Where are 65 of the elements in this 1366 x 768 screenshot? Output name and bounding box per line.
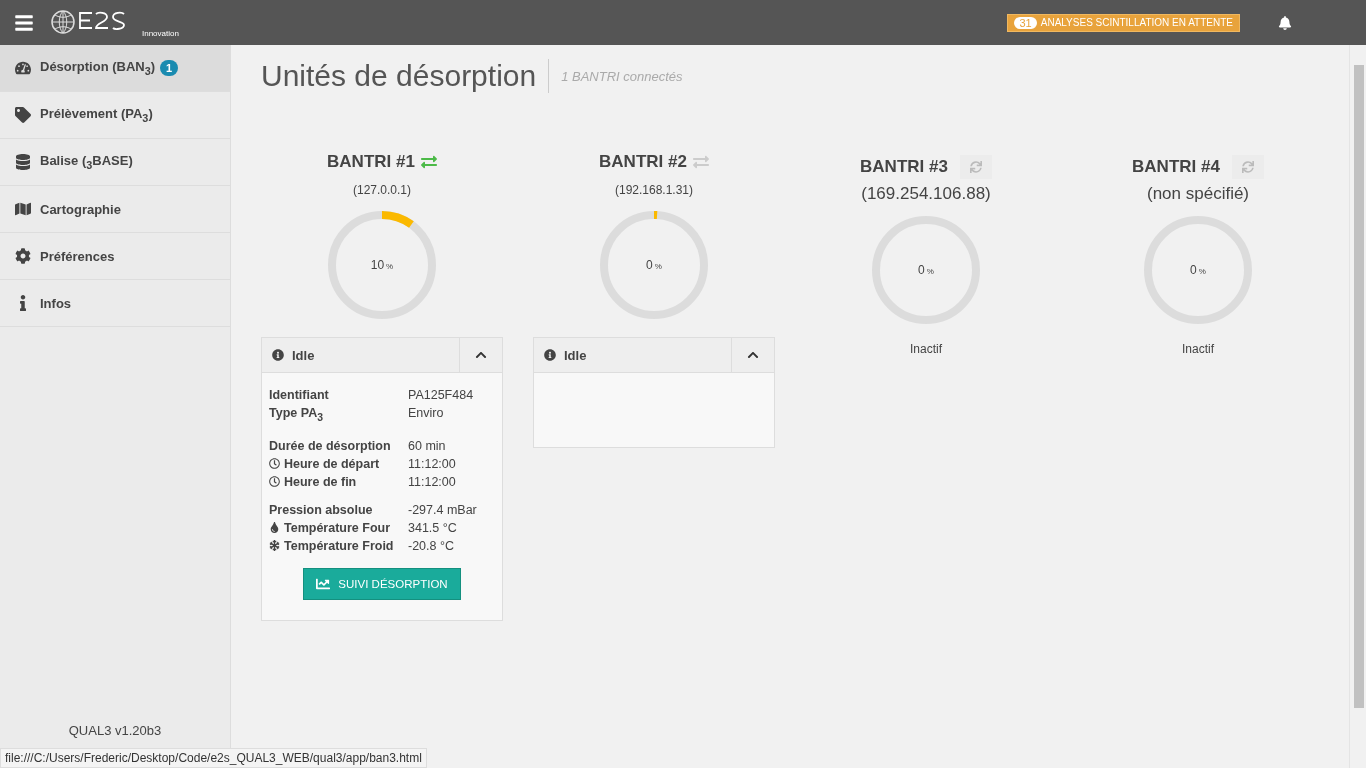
unit-name: BANTRI #3 bbox=[860, 157, 948, 177]
page-title: Unités de désorption bbox=[261, 59, 550, 93]
clock-icon bbox=[269, 476, 280, 487]
field-label: Identifiant bbox=[269, 387, 330, 403]
panel-title: Idle bbox=[262, 338, 459, 372]
field-label: Température Four bbox=[269, 519, 408, 536]
field-value: Enviro bbox=[408, 405, 445, 422]
percent-label: 10 % bbox=[370, 258, 394, 272]
info-icon bbox=[544, 349, 556, 361]
refresh-button[interactable] bbox=[959, 155, 992, 179]
database-icon bbox=[15, 154, 31, 170]
bell-icon[interactable] bbox=[1278, 15, 1292, 30]
field-label: Heure de départ bbox=[269, 455, 408, 472]
unit-name: BANTRI #1 bbox=[327, 152, 415, 172]
refresh-icon bbox=[1241, 161, 1254, 173]
field-label: Durée de désorption bbox=[269, 437, 392, 454]
field-value: -20.8 °C bbox=[408, 537, 455, 554]
sidebar-item[interactable]: Désorption (BAN$_{3}$) 1 bbox=[0, 45, 230, 92]
chevron-up-icon bbox=[747, 349, 759, 361]
sidebar-item[interactable]: Prélèvement (PA$_{3}$) bbox=[0, 92, 230, 139]
gauge-icon bbox=[15, 60, 31, 76]
field-value: 341.5 °C bbox=[408, 519, 458, 536]
sidebar-item[interactable]: Préférences bbox=[0, 233, 230, 280]
sidebar-item[interactable]: Balise ($_{3}$BASE) bbox=[0, 139, 230, 186]
percent-label: 0 % bbox=[646, 258, 662, 272]
refresh-button[interactable] bbox=[1231, 155, 1264, 179]
page-subtitle: 1 BANTRI connectés bbox=[561, 68, 683, 84]
field-label: Type PA$_{3}$ bbox=[269, 405, 324, 425]
logo-text: Innovation bbox=[142, 29, 179, 38]
field-value: 11:12:00 bbox=[408, 455, 457, 472]
version-label: QUAL3 v1.20b3 bbox=[67, 723, 163, 738]
count-badge: 1 bbox=[160, 60, 179, 76]
sidebar-item[interactable]: Cartographie bbox=[0, 186, 230, 233]
snowflake-icon bbox=[269, 540, 280, 551]
panel-title: Idle bbox=[534, 338, 731, 372]
refresh-icon bbox=[969, 161, 982, 173]
map-icon bbox=[15, 201, 31, 217]
unit-address: (169.254.106.88) bbox=[861, 184, 991, 204]
unit-status: Inactif bbox=[910, 342, 942, 356]
unit-address: (non spécifié) bbox=[1146, 184, 1250, 204]
settings-icon bbox=[15, 248, 31, 264]
unit-address: (192.168.1.31) bbox=[614, 183, 694, 197]
percent-label: 0 % bbox=[918, 263, 934, 277]
status-url: file:///C:/Users/Frederic/Desktop/Code/e2s_QUAL3_WEB/qual3/app/ban3.html bbox=[0, 748, 427, 768]
info-icon bbox=[272, 349, 284, 361]
field-value: PA125F484 bbox=[408, 387, 475, 403]
drop-icon bbox=[269, 522, 280, 533]
tag-icon bbox=[15, 107, 31, 123]
field-label: Température Froid bbox=[269, 537, 408, 554]
clock-icon bbox=[269, 458, 280, 469]
field-label: Pression absolue bbox=[269, 501, 374, 518]
field-label: Heure de fin bbox=[269, 473, 408, 490]
unit-status: Inactif bbox=[1182, 342, 1214, 356]
field-value: 60 min bbox=[408, 437, 447, 454]
chart-icon bbox=[316, 576, 331, 591]
unit-name: BANTRI #4 bbox=[1132, 157, 1220, 177]
chevron-up-icon bbox=[475, 349, 487, 361]
field-value: 11:12:00 bbox=[408, 473, 457, 490]
unit-name: BANTRI #2 bbox=[599, 152, 687, 172]
percent-label: 0 % bbox=[1190, 263, 1206, 277]
scrollbar[interactable] bbox=[1349, 45, 1366, 768]
menu-icon[interactable] bbox=[14, 12, 34, 33]
unit-address: (127.0.0.1) bbox=[352, 183, 411, 197]
sidebar-item[interactable]: Infos bbox=[0, 280, 230, 327]
field-value: -297.4 mBar bbox=[408, 501, 478, 518]
